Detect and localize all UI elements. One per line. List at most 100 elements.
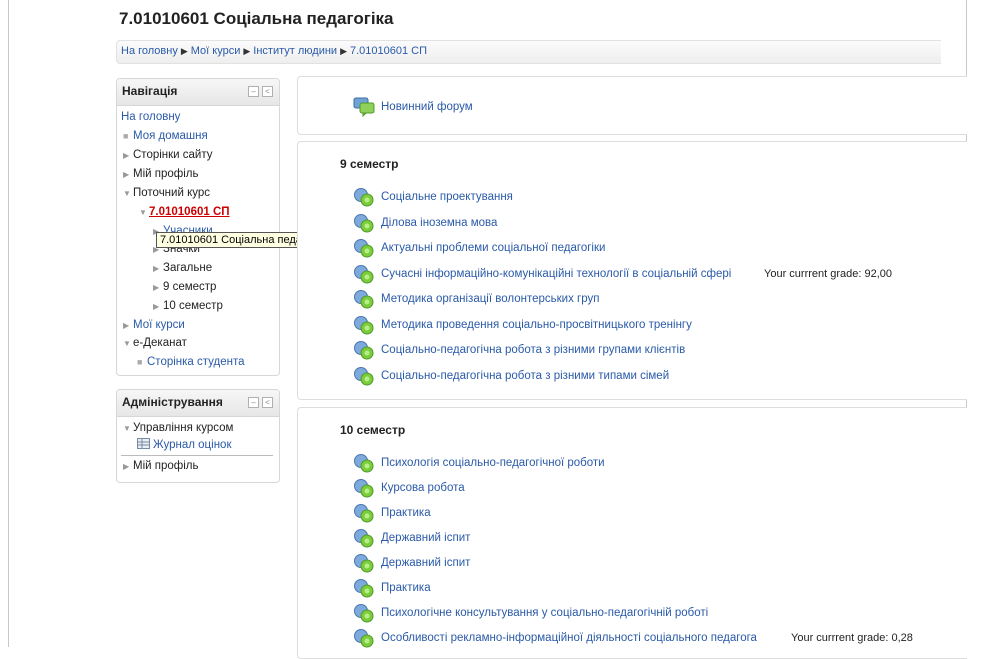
- collapse-arrow-icon: ▼: [139, 208, 147, 217]
- nav-item-edekanat[interactable]: ▼ е-Деканат: [123, 337, 187, 349]
- course-activity-link[interactable]: Методика організації волонтерських груп: [381, 293, 599, 305]
- navigation-block-header: Навігація – <: [117, 79, 279, 106]
- admin-divider: [121, 455, 273, 456]
- nav-my-courses-link[interactable]: Мої курси: [133, 319, 185, 331]
- course-activity-link[interactable]: Актуальні проблеми соціальної педагогіки: [381, 242, 605, 254]
- breadcrumb: На головну ▶ Мої курси ▶ Інститут людини ▶ 7.0…: [121, 45, 427, 57]
- course-activity-link[interactable]: Психологія соціально-педагогічної роботи: [381, 457, 605, 469]
- collapse-arrow-icon: ▼: [123, 424, 131, 433]
- section-semester-9: 9 семестр Соціальне проектування Ділова і…: [297, 141, 967, 400]
- page-title: 7.01010601 Соціальна педагогіка: [119, 9, 394, 28]
- breadcrumb-institute[interactable]: Інститут людини: [253, 45, 337, 57]
- dock-icon[interactable]: <: [262, 397, 273, 408]
- course-activity-icon: [354, 479, 374, 498]
- nav-my-home-link[interactable]: Моя домашня: [133, 130, 208, 142]
- nav-item-my-profile[interactable]: ▶ Мій профіль: [123, 168, 199, 180]
- nav-home-link[interactable]: На головну: [121, 111, 180, 123]
- breadcrumb-my-courses[interactable]: Мої курси: [191, 45, 241, 57]
- course-activity-link[interactable]: Курсова робота: [381, 482, 465, 494]
- nav-item-sem10[interactable]: ▶ 10 семестр: [153, 300, 223, 312]
- course-activity-icon: [354, 239, 374, 258]
- admin-gradebook-link[interactable]: Журнал оцінок: [153, 439, 231, 451]
- expand-arrow-icon: ▶: [153, 283, 160, 292]
- expand-arrow-icon: ▶: [123, 321, 130, 330]
- course-activity-link[interactable]: Соціально-педагогічна робота з різними г…: [381, 344, 685, 356]
- nav-item-current-course[interactable]: ▼ Поточний курс: [123, 187, 210, 199]
- breadcrumb-separator-icon: ▶: [340, 46, 347, 56]
- course-activity-link[interactable]: Соціальне проектування: [381, 191, 513, 203]
- navigation-block-title: Навігація: [122, 84, 178, 98]
- expand-arrow-icon: ▶: [123, 462, 130, 471]
- course-activity-icon: [354, 604, 374, 623]
- course-activity-link[interactable]: Психологічне консультування у соціально-…: [381, 607, 708, 619]
- nav-item-general[interactable]: ▶ Загальне: [153, 262, 212, 274]
- breadcrumb-separator-icon: ▶: [180, 46, 188, 56]
- current-grade-text: Your currrent grade: 0,28: [791, 632, 913, 644]
- admin-item-my-profile[interactable]: ▶ Мій профіль: [123, 460, 199, 472]
- course-activity-link[interactable]: Методика проведення соціально-просвітниц…: [381, 319, 692, 331]
- nav-course-link[interactable]: 7.01010601 СП: [149, 206, 230, 218]
- course-activity-link[interactable]: Державний іспит: [381, 557, 470, 569]
- news-forum-link[interactable]: Новинний форум: [381, 101, 473, 113]
- course-activity-icon: [354, 213, 374, 232]
- course-activity-icon: [354, 629, 374, 648]
- bullet-icon: ■: [137, 357, 143, 367]
- admin-my-profile-label: Мій профіль: [133, 460, 199, 472]
- expand-arrow-icon: ▶: [153, 302, 160, 311]
- course-activity-icon: [354, 315, 374, 334]
- expand-arrow-icon: ▶: [123, 151, 130, 160]
- course-activity-icon: [354, 188, 374, 207]
- collapse-icon[interactable]: –: [248, 86, 259, 97]
- admin-item-course-admin[interactable]: ▼ Управління курсом: [123, 422, 233, 434]
- course-activity-icon: [354, 454, 374, 473]
- navbar: На головну ▶ Мої курси ▶ Інститут людини ▶ 7.0…: [116, 40, 941, 64]
- course-activity-link[interactable]: Соціально-педагогічна робота з різними т…: [381, 370, 669, 382]
- forum-icon: [353, 97, 375, 117]
- section-title: 9 семестр: [340, 157, 399, 171]
- expand-arrow-icon: ▶: [123, 170, 130, 179]
- admin-block-header: Адміністрування – <: [117, 390, 279, 417]
- collapse-icon[interactable]: –: [248, 397, 259, 408]
- nav-item-student-page[interactable]: ■ Сторінка студента: [137, 356, 245, 368]
- course-activity-icon: [354, 529, 374, 548]
- course-activity-icon: [354, 366, 374, 385]
- course-activity-link[interactable]: Ділова іноземна мова: [381, 217, 497, 229]
- nav-item-site-pages[interactable]: ▶ Сторінки сайту: [123, 149, 213, 161]
- course-activity-icon: [354, 504, 374, 523]
- course-activity-link[interactable]: Державний іспит: [381, 532, 470, 544]
- frame-left-border: [8, 0, 9, 647]
- nav-item-course[interactable]: ▼ 7.01010601 СП: [139, 206, 230, 218]
- section-title: 10 семестр: [340, 423, 406, 437]
- course-activity-icon: [354, 290, 374, 309]
- course-activity-link[interactable]: Сучасні інформаційно-комунікаційні техно…: [381, 268, 731, 280]
- section-semester-10: 10 семестр Психологія соціально-педагогі…: [297, 407, 967, 659]
- nav-my-profile-label: Мій профіль: [133, 168, 199, 180]
- navigation-block: Навігація – < На головну ■ Моя домашня ▶ С…: [116, 78, 280, 376]
- admin-block-title: Адміністрування: [122, 395, 223, 409]
- bullet-icon: ■: [123, 131, 129, 141]
- section-general: Новинний форум: [297, 76, 967, 135]
- collapse-arrow-icon: ▼: [123, 189, 131, 198]
- nav-student-page-link[interactable]: Сторінка студента: [147, 356, 245, 368]
- course-activity-link[interactable]: Особливості рекламно-інформаційної діяль…: [381, 632, 757, 644]
- nav-site-pages-label: Сторінки сайту: [133, 149, 213, 161]
- breadcrumb-course[interactable]: 7.01010601 СП: [350, 45, 427, 57]
- gradebook-icon: [137, 438, 150, 449]
- breadcrumb-separator-icon: ▶: [243, 46, 251, 56]
- course-activity-link[interactable]: Практика: [381, 582, 431, 594]
- nav-general-label: Загальне: [163, 262, 213, 274]
- nav-item-my-home[interactable]: ■ Моя домашня: [123, 130, 208, 142]
- nav-edekanat-label: е-Деканат: [133, 337, 187, 349]
- nav-item-my-courses[interactable]: ▶ Мої курси: [123, 319, 185, 331]
- admin-item-gradebook[interactable]: Журнал оцінок: [137, 438, 231, 451]
- course-activity-icon: [354, 554, 374, 573]
- nav-item-sem9[interactable]: ▶ 9 семестр: [153, 281, 216, 293]
- course-activity-icon: [354, 341, 374, 360]
- current-grade-text: Your currrent grade: 92,00: [764, 267, 893, 280]
- dock-icon[interactable]: <: [262, 86, 273, 97]
- nav-item-home[interactable]: На головну: [121, 111, 180, 123]
- nav-sem10-label: 10 семестр: [163, 300, 223, 312]
- admin-block: Адміністрування – < ▼ Управління курсом Ж…: [116, 389, 280, 483]
- course-activity-link[interactable]: Практика: [381, 507, 431, 519]
- breadcrumb-home[interactable]: На головну: [121, 45, 178, 57]
